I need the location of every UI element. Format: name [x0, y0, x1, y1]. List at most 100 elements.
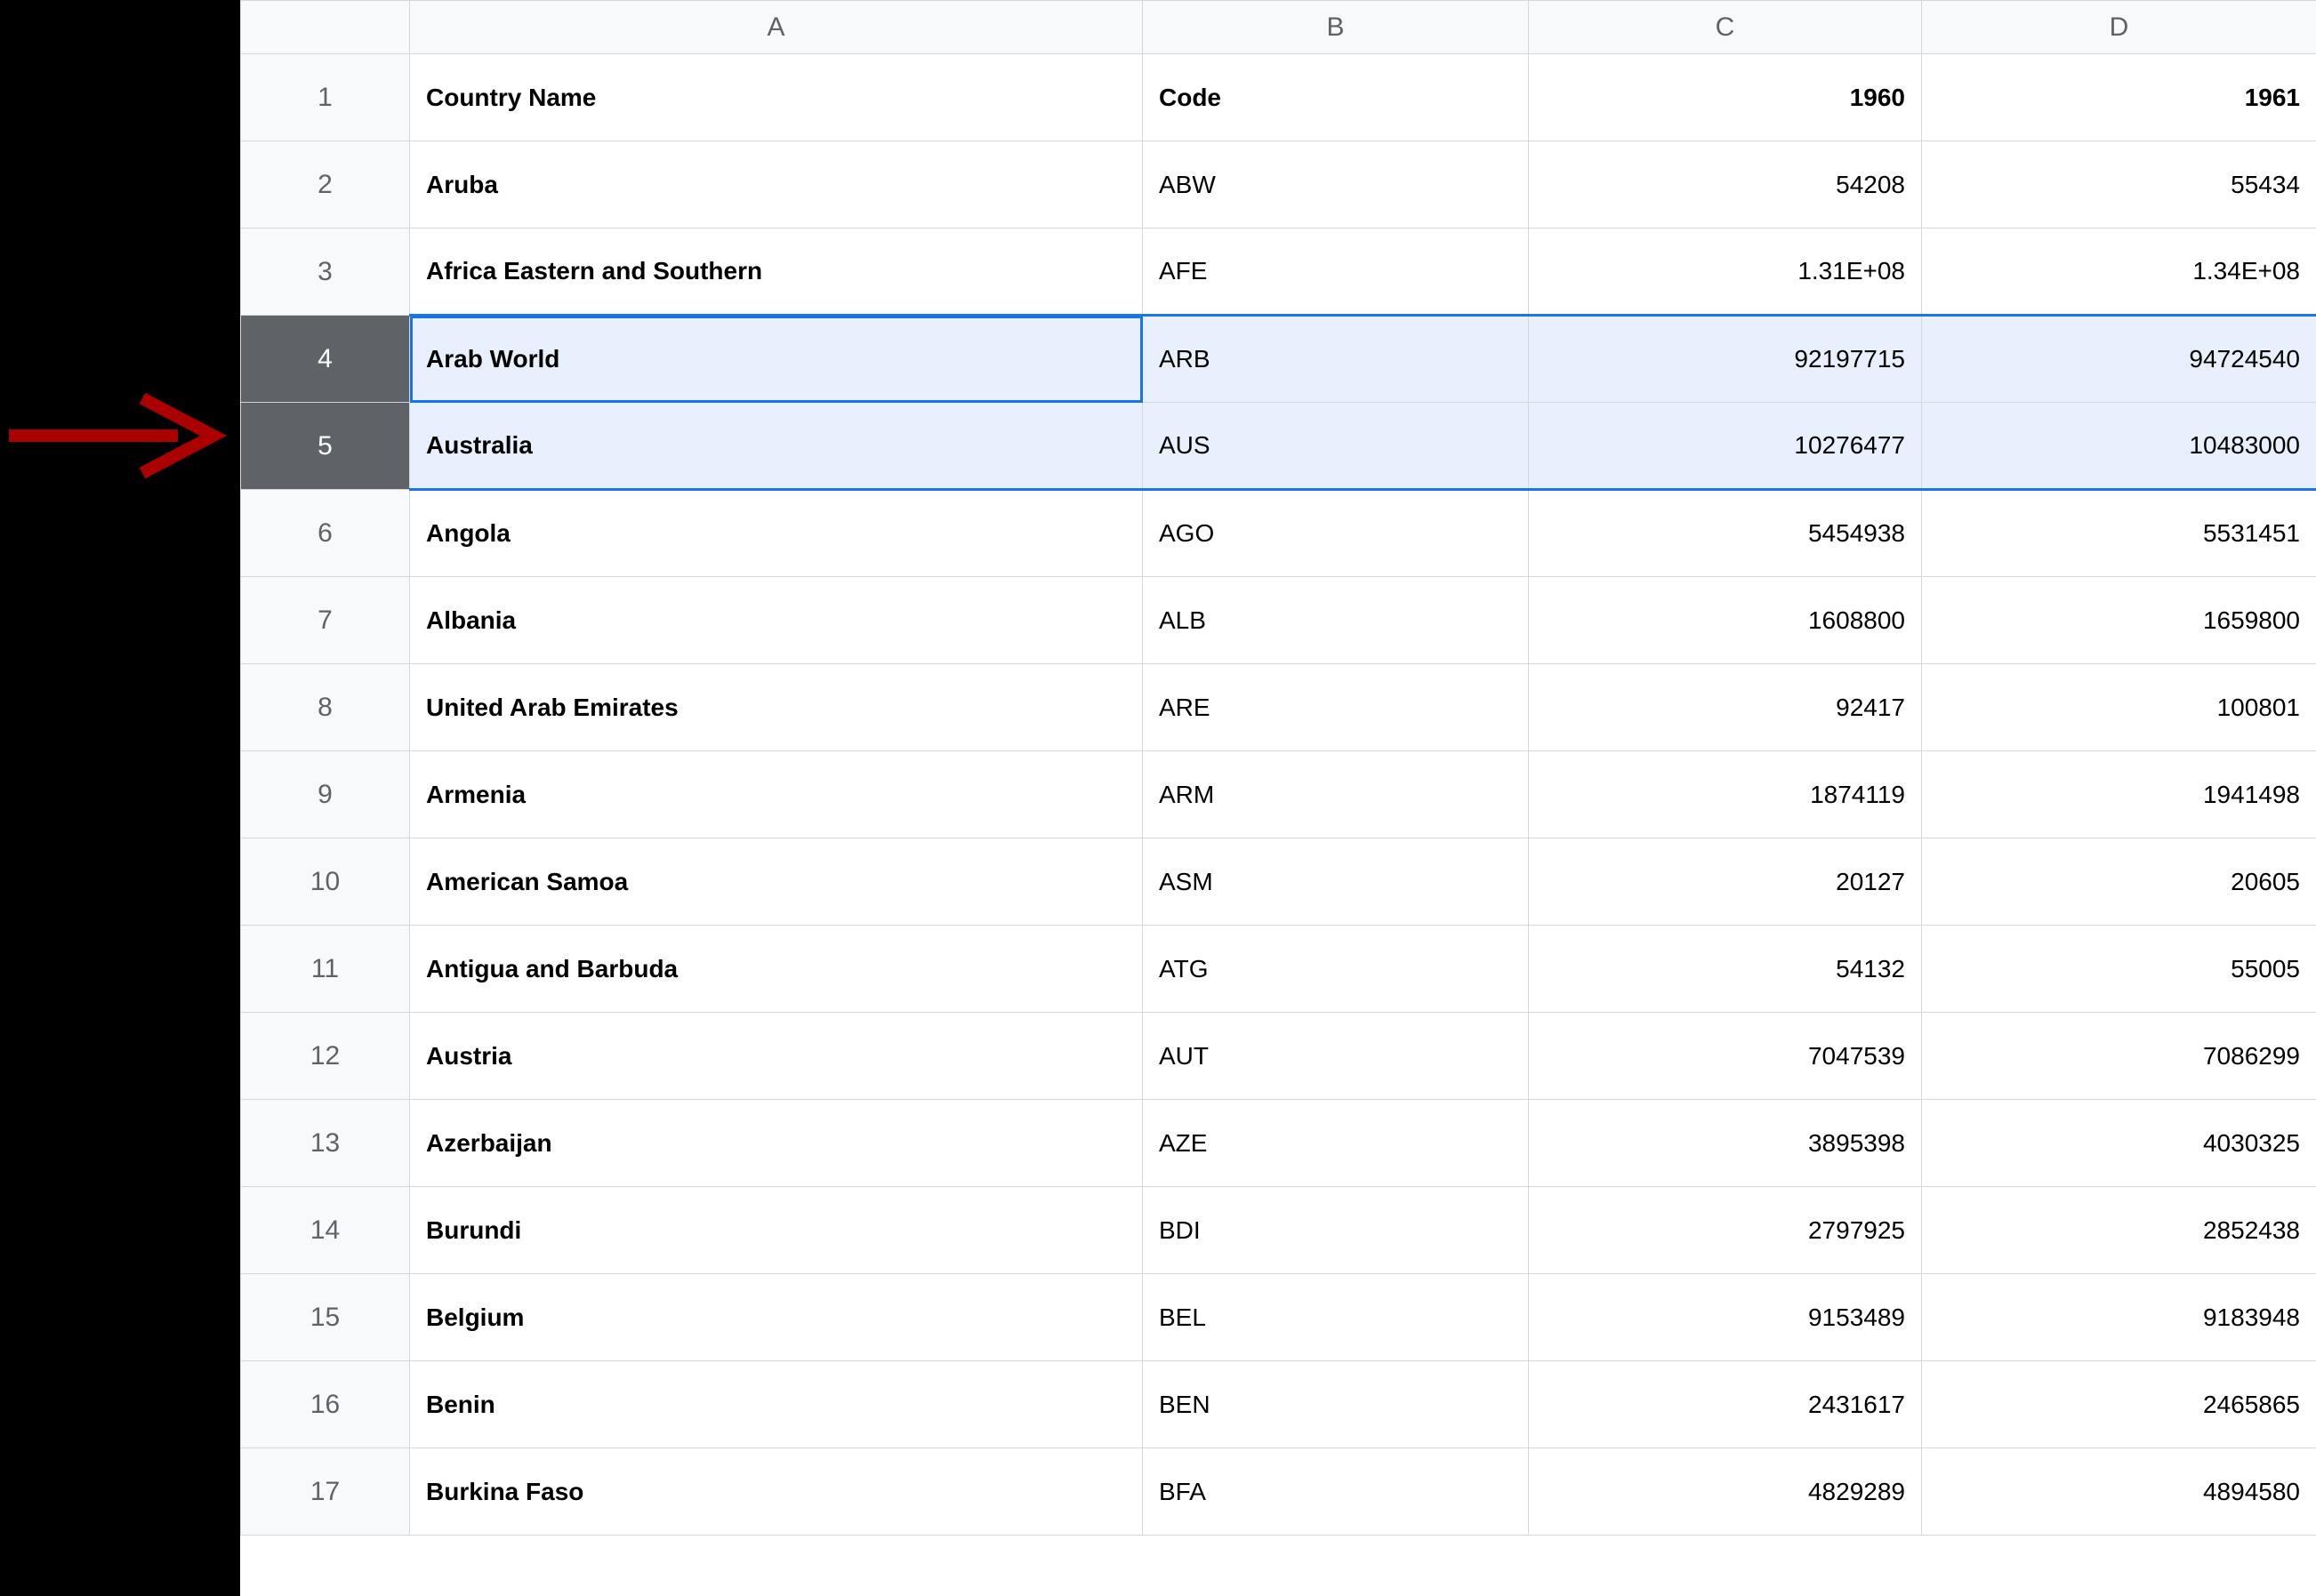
cell-D11[interactable]: 55005	[1922, 926, 2316, 1013]
cell-C4[interactable]: 92197715	[1529, 316, 1922, 403]
cell-C15[interactable]: 9153489	[1529, 1274, 1922, 1361]
cell-C9[interactable]: 1874119	[1529, 751, 1922, 838]
cell-C14[interactable]: 2797925	[1529, 1187, 1922, 1274]
cell-C17[interactable]: 4829289	[1529, 1448, 1922, 1536]
table-row[interactable]: 16BeninBEN24316172465865	[241, 1361, 2316, 1448]
cell-D15[interactable]: 9183948	[1922, 1274, 2316, 1361]
cell-C3[interactable]: 1.31E+08	[1529, 229, 1922, 316]
cell-A11[interactable]: Antigua and Barbuda	[410, 926, 1143, 1013]
cell-B11[interactable]: ATG	[1143, 926, 1529, 1013]
cell-A4[interactable]: Arab World	[410, 316, 1143, 403]
row-header[interactable]: 10	[241, 838, 410, 926]
row-header[interactable]: 3	[241, 229, 410, 316]
row-header[interactable]: 9	[241, 751, 410, 838]
table-row[interactable]: 12AustriaAUT70475397086299	[241, 1013, 2316, 1100]
cell-C10[interactable]: 20127	[1529, 838, 1922, 926]
row-header[interactable]: 4	[241, 316, 410, 403]
row-header[interactable]: 1	[241, 54, 410, 141]
cell-C12[interactable]: 7047539	[1529, 1013, 1922, 1100]
cell-C1[interactable]: 1960	[1529, 54, 1922, 141]
cell-B2[interactable]: ABW	[1143, 141, 1529, 229]
cell-D14[interactable]: 2852438	[1922, 1187, 2316, 1274]
column-header-d[interactable]: D	[1922, 1, 2316, 54]
cell-A2[interactable]: Aruba	[410, 141, 1143, 229]
row-header[interactable]: 8	[241, 664, 410, 751]
cell-C11[interactable]: 54132	[1529, 926, 1922, 1013]
table-row[interactable]: 15BelgiumBEL91534899183948	[241, 1274, 2316, 1361]
table-row[interactable]: 8United Arab EmiratesARE92417100801	[241, 664, 2316, 751]
cell-C2[interactable]: 54208	[1529, 141, 1922, 229]
cell-A6[interactable]: Angola	[410, 490, 1143, 577]
row-header[interactable]: 11	[241, 926, 410, 1013]
table-row[interactable]: 14BurundiBDI27979252852438	[241, 1187, 2316, 1274]
cell-A16[interactable]: Benin	[410, 1361, 1143, 1448]
cell-A10[interactable]: American Samoa	[410, 838, 1143, 926]
cell-B3[interactable]: AFE	[1143, 229, 1529, 316]
cell-B7[interactable]: ALB	[1143, 577, 1529, 664]
row-header[interactable]: 12	[241, 1013, 410, 1100]
cell-D12[interactable]: 7086299	[1922, 1013, 2316, 1100]
row-header[interactable]: 6	[241, 490, 410, 577]
row-header[interactable]: 13	[241, 1100, 410, 1187]
cell-B9[interactable]: ARM	[1143, 751, 1529, 838]
cell-D16[interactable]: 2465865	[1922, 1361, 2316, 1448]
cell-D6[interactable]: 5531451	[1922, 490, 2316, 577]
cell-B6[interactable]: AGO	[1143, 490, 1529, 577]
cell-A7[interactable]: Albania	[410, 577, 1143, 664]
cell-B15[interactable]: BEL	[1143, 1274, 1529, 1361]
cell-D3[interactable]: 1.34E+08	[1922, 229, 2316, 316]
table-row[interactable]: 17Burkina FasoBFA48292894894580	[241, 1448, 2316, 1536]
column-header-a[interactable]: A	[410, 1, 1143, 54]
cell-B14[interactable]: BDI	[1143, 1187, 1529, 1274]
table-row[interactable]: 4Arab WorldARB9219771594724540	[241, 316, 2316, 403]
spreadsheet-grid[interactable]: A B C D 1Country NameCode196019612ArubaA…	[240, 0, 2316, 1536]
cell-D5[interactable]: 10483000	[1922, 403, 2316, 490]
cell-A3[interactable]: Africa Eastern and Southern	[410, 229, 1143, 316]
cell-A17[interactable]: Burkina Faso	[410, 1448, 1143, 1536]
cell-B4[interactable]: ARB	[1143, 316, 1529, 403]
select-all-corner[interactable]	[241, 1, 410, 54]
row-header[interactable]: 7	[241, 577, 410, 664]
cell-D10[interactable]: 20605	[1922, 838, 2316, 926]
cell-D9[interactable]: 1941498	[1922, 751, 2316, 838]
cell-D4[interactable]: 94724540	[1922, 316, 2316, 403]
cell-C13[interactable]: 3895398	[1529, 1100, 1922, 1187]
cell-B10[interactable]: ASM	[1143, 838, 1529, 926]
cell-B5[interactable]: AUS	[1143, 403, 1529, 490]
cell-D13[interactable]: 4030325	[1922, 1100, 2316, 1187]
row-header[interactable]: 16	[241, 1361, 410, 1448]
cell-A14[interactable]: Burundi	[410, 1187, 1143, 1274]
table-row[interactable]: 5AustraliaAUS1027647710483000	[241, 403, 2316, 490]
table-row[interactable]: 1Country NameCode19601961	[241, 54, 2316, 141]
row-header[interactable]: 2	[241, 141, 410, 229]
cell-B13[interactable]: AZE	[1143, 1100, 1529, 1187]
table-row[interactable]: 6AngolaAGO54549385531451	[241, 490, 2316, 577]
table-row[interactable]: 11Antigua and BarbudaATG5413255005	[241, 926, 2316, 1013]
cell-A5[interactable]: Australia	[410, 403, 1143, 490]
cell-C7[interactable]: 1608800	[1529, 577, 1922, 664]
cell-A8[interactable]: United Arab Emirates	[410, 664, 1143, 751]
cell-B16[interactable]: BEN	[1143, 1361, 1529, 1448]
table-row[interactable]: 7AlbaniaALB16088001659800	[241, 577, 2316, 664]
table-row[interactable]: 10American SamoaASM2012720605	[241, 838, 2316, 926]
cell-B17[interactable]: BFA	[1143, 1448, 1529, 1536]
cell-D2[interactable]: 55434	[1922, 141, 2316, 229]
row-header[interactable]: 14	[241, 1187, 410, 1274]
cell-A9[interactable]: Armenia	[410, 751, 1143, 838]
column-header-b[interactable]: B	[1143, 1, 1529, 54]
table-row[interactable]: 2ArubaABW5420855434	[241, 141, 2316, 229]
row-header[interactable]: 5	[241, 403, 410, 490]
cell-B8[interactable]: ARE	[1143, 664, 1529, 751]
cell-A13[interactable]: Azerbaijan	[410, 1100, 1143, 1187]
cell-C16[interactable]: 2431617	[1529, 1361, 1922, 1448]
cell-B1[interactable]: Code	[1143, 54, 1529, 141]
row-header[interactable]: 17	[241, 1448, 410, 1536]
cell-D7[interactable]: 1659800	[1922, 577, 2316, 664]
cell-A12[interactable]: Austria	[410, 1013, 1143, 1100]
cell-A15[interactable]: Belgium	[410, 1274, 1143, 1361]
cell-C5[interactable]: 10276477	[1529, 403, 1922, 490]
cell-C8[interactable]: 92417	[1529, 664, 1922, 751]
cell-B12[interactable]: AUT	[1143, 1013, 1529, 1100]
cell-A1[interactable]: Country Name	[410, 54, 1143, 141]
column-header-row[interactable]: A B C D	[241, 1, 2316, 54]
